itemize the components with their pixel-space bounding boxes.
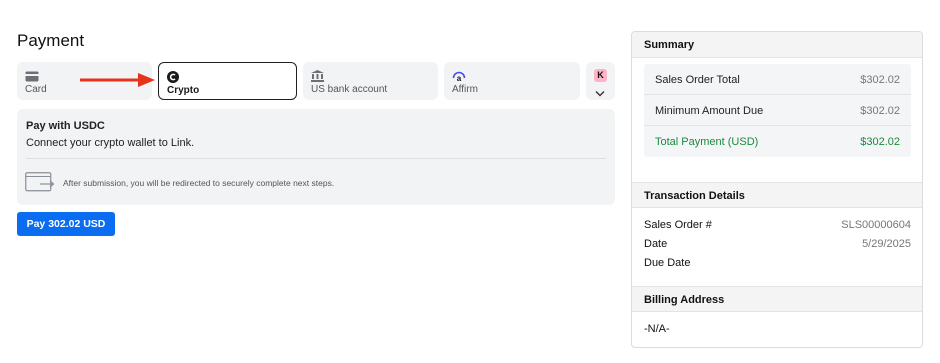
pay-button[interactable]: Pay 302.02 USD: [17, 212, 115, 236]
billing-address-value: -N/A-: [644, 323, 670, 335]
annotation-arrow-icon: [80, 72, 156, 93]
crypto-icon: [167, 70, 181, 83]
transaction-row-label: Sales Order #: [644, 219, 712, 231]
summary-total-label: Total Payment (USD): [655, 136, 759, 148]
summary-total-row: Total Payment (USD) $302.02: [644, 126, 911, 157]
transaction-row-value: 5/29/2025: [862, 238, 911, 250]
tab-more-methods[interactable]: K: [586, 62, 615, 100]
billing-address-header: Billing Address: [632, 286, 922, 312]
order-sidebar: Summary Sales Order Total $302.02 Minimu…: [631, 31, 923, 348]
transaction-row: Sales Order # SLS00000604: [644, 219, 911, 235]
summary-header: Summary: [632, 32, 922, 58]
crypto-info-subtitle: Connect your crypto wallet to Link.: [26, 137, 195, 149]
chevron-down-icon: [595, 84, 605, 102]
transaction-row: Date 5/29/2025: [644, 238, 911, 254]
divider: [26, 158, 606, 159]
tab-affirm[interactable]: a Affirm: [444, 62, 580, 100]
svg-text:a: a: [457, 74, 462, 82]
bank-icon: [311, 69, 325, 82]
tab-affirm-label: Affirm: [452, 84, 478, 95]
tab-us-bank-account[interactable]: US bank account: [303, 62, 438, 100]
tab-crypto[interactable]: Crypto: [158, 62, 297, 100]
klarna-badge: K: [594, 69, 607, 82]
redirect-window-icon: [25, 172, 55, 197]
summary-row: Minimum Amount Due $302.02: [644, 95, 911, 126]
summary-row-label: Sales Order Total: [655, 74, 740, 86]
tab-us-bank-account-label: US bank account: [311, 84, 388, 95]
crypto-info-title: Pay with USDC: [26, 120, 105, 132]
transaction-row-label: Due Date: [644, 257, 691, 269]
summary-total-value: $302.02: [860, 136, 900, 148]
summary-panel: Sales Order Total $302.02 Minimum Amount…: [644, 64, 911, 157]
page-title: Payment: [17, 31, 85, 50]
transaction-details-header: Transaction Details: [632, 182, 922, 208]
transaction-row-label: Date: [644, 238, 668, 250]
redirect-note: After submission, you will be redirected…: [63, 178, 335, 188]
summary-row: Sales Order Total $302.02: [644, 64, 911, 95]
transaction-row: Due Date: [644, 257, 911, 273]
tab-card-label: Card: [25, 84, 47, 95]
summary-row-label: Minimum Amount Due: [655, 105, 764, 117]
transaction-row-value: SLS00000604: [841, 219, 911, 231]
summary-row-value: $302.02: [860, 74, 900, 86]
crypto-info-panel: Pay with USDC Connect your crypto wallet…: [17, 109, 615, 205]
summary-row-value: $302.02: [860, 105, 900, 117]
tab-crypto-label: Crypto: [167, 85, 200, 96]
card-icon: [25, 69, 39, 82]
affirm-icon: a: [452, 69, 466, 83]
